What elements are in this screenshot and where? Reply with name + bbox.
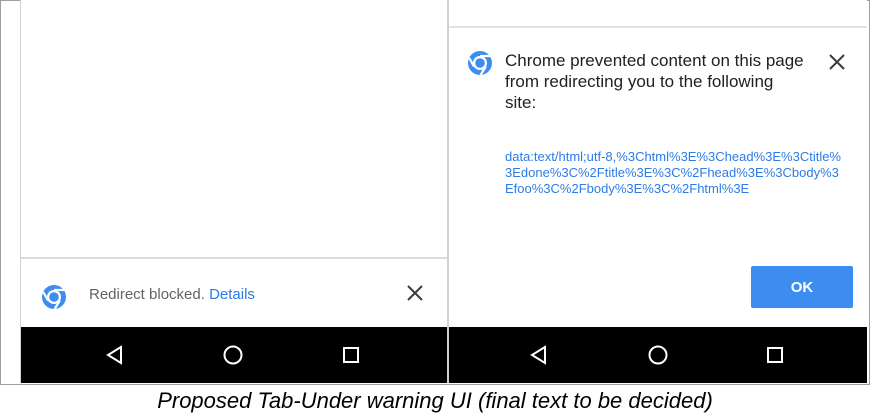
left-phone-screen: Redirect blocked. Details	[20, 0, 448, 383]
redirect-blocked-label: Redirect blocked.	[89, 286, 205, 303]
infobar-message: Redirect blocked. Details	[89, 286, 255, 303]
right-phone-screen: Chrome prevented content on this page fr…	[448, 0, 867, 383]
chrome-icon	[41, 284, 67, 315]
back-icon[interactable]	[103, 343, 127, 367]
recents-icon[interactable]	[763, 343, 787, 367]
recents-icon[interactable]	[339, 343, 363, 367]
redirect-url-link[interactable]: data:text/html;utf-8,%3Chtml%3E%3Chead%3…	[505, 149, 845, 197]
details-link[interactable]: Details	[209, 286, 255, 303]
dialog-message: Chrome prevented content on this page fr…	[505, 51, 804, 112]
redirect-blocked-infobar: Redirect blocked. Details	[21, 257, 447, 327]
page-content-area	[21, 0, 447, 257]
back-icon[interactable]	[527, 343, 551, 367]
android-nav-bar	[449, 327, 867, 383]
ok-button[interactable]: OK	[751, 266, 853, 308]
page-top-strip	[449, 0, 867, 28]
close-icon[interactable]	[825, 50, 849, 74]
home-icon[interactable]	[646, 343, 670, 367]
close-icon[interactable]	[403, 281, 427, 305]
home-icon[interactable]	[221, 343, 245, 367]
android-nav-bar	[21, 327, 447, 383]
figure-caption: Proposed Tab-Under warning UI (final tex…	[157, 388, 713, 413]
chrome-icon	[467, 50, 493, 81]
redirect-dialog: Chrome prevented content on this page fr…	[449, 28, 867, 327]
